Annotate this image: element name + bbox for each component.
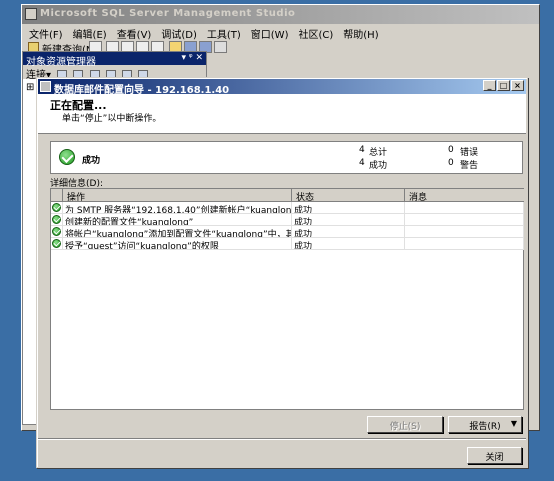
error-label: 错误 — [460, 148, 479, 158]
close-button[interactable]: 关闭 — [467, 447, 522, 464]
close-window-button[interactable]: × — [511, 80, 524, 91]
grid-corner — [51, 189, 63, 202]
total-label: 总计 — [369, 148, 388, 158]
row-status: 成功 — [292, 202, 405, 214]
warning-count: 0 — [448, 158, 454, 168]
success-icon — [52, 239, 61, 248]
maximize-button[interactable]: □ — [497, 80, 510, 91]
success-icon — [52, 203, 61, 212]
object-explorer-title: 对象资源管理器 — [26, 57, 96, 68]
row-message — [405, 214, 524, 226]
table-row[interactable]: 授予“guest”访问“kuanglong”的权限 成功 — [51, 238, 524, 250]
menu-bar: 文件(F) 编辑(E) 查看(V) 调试(D) 工具(T) 窗口(W) 社区(C) 帮助(H) — [24, 24, 539, 41]
row-message — [405, 202, 524, 214]
wizard-titlebar: 数据库邮件配置向导 - 192.168.1.40 _ □ × — [38, 79, 526, 96]
success-icon — [52, 215, 61, 224]
dropdown-arrow-icon: ▼ — [510, 419, 517, 428]
row-action: 将帐户“kuanglong”添加到配置文件“kuanglong”中，其优先级..… — [63, 226, 292, 238]
error-count: 0 — [448, 145, 454, 155]
success-check-icon — [59, 149, 75, 165]
ssms-titlebar: Microsoft SQL Server Management Studio — [22, 5, 539, 24]
wizard-app-icon — [40, 81, 51, 92]
table-row[interactable]: 创建新的配置文件“kuanglong” 成功 — [51, 214, 524, 226]
ssms-title: Microsoft SQL Server Management Studio — [40, 8, 296, 19]
row-status: 成功 — [292, 226, 405, 238]
object-explorer-header: 对象资源管理器 ▾ ᵠ ✕ — [23, 52, 206, 68]
row-message — [405, 238, 524, 250]
dbmail-wizard-dialog: 数据库邮件配置向导 - 192.168.1.40 _ □ × 正在配置... 单击“… — [36, 77, 528, 468]
wizard-header: 正在配置... 单击“停止”以中断操作。 — [38, 94, 526, 134]
button-separator — [38, 438, 526, 440]
row-message — [405, 226, 524, 238]
row-action: 为 SMTP 服务器“192.168.1.40”创建新帐户“kuanglong” — [63, 202, 292, 214]
object-explorer-controls[interactable]: ▾ ᵠ ✕ — [181, 53, 203, 63]
report-button[interactable]: 报告(R) ▼ — [448, 416, 522, 433]
row-status: 成功 — [292, 214, 405, 226]
success-icon — [52, 227, 61, 236]
ssms-app-icon — [25, 8, 37, 20]
row-status: 成功 — [292, 238, 405, 250]
total-count: 4 — [359, 145, 365, 155]
row-action: 授予“guest”访问“kuanglong”的权限 — [63, 238, 292, 250]
success-label: 成功 — [369, 161, 388, 171]
details-grid[interactable]: 操作 状态 消息 为 SMTP 服务器“192.168.1.40”创建新帐户“k… — [50, 188, 524, 410]
column-header-status[interactable]: 状态 — [292, 189, 405, 203]
tree-expander-icon[interactable]: ⊞ — [26, 82, 34, 93]
stop-button[interactable]: 停止(S) — [367, 416, 443, 433]
activity-monitor-icon[interactable] — [214, 41, 227, 53]
desktop: { "ssms": { "title": "Microsoft SQL Serv… — [0, 0, 554, 481]
summary-status: 成功 — [82, 156, 101, 166]
report-button-label: 报告(R) — [469, 422, 501, 432]
row-action: 创建新的配置文件“kuanglong” — [63, 214, 292, 226]
summary-panel: 成功 4 总计 4 成功 0 错误 0 警告 — [50, 141, 523, 174]
success-count: 4 — [359, 158, 365, 168]
warning-label: 警告 — [460, 161, 479, 171]
column-header-action[interactable]: 操作 — [63, 189, 292, 203]
minimize-button[interactable]: _ — [483, 80, 496, 91]
table-row[interactable]: 将帐户“kuanglong”添加到配置文件“kuanglong”中，其优先级..… — [51, 226, 524, 238]
table-row[interactable]: 为 SMTP 服务器“192.168.1.40”创建新帐户“kuanglong”… — [51, 202, 524, 214]
column-header-message[interactable]: 消息 — [405, 189, 524, 203]
page-subheading: 单击“停止”以中断操作。 — [62, 114, 162, 124]
